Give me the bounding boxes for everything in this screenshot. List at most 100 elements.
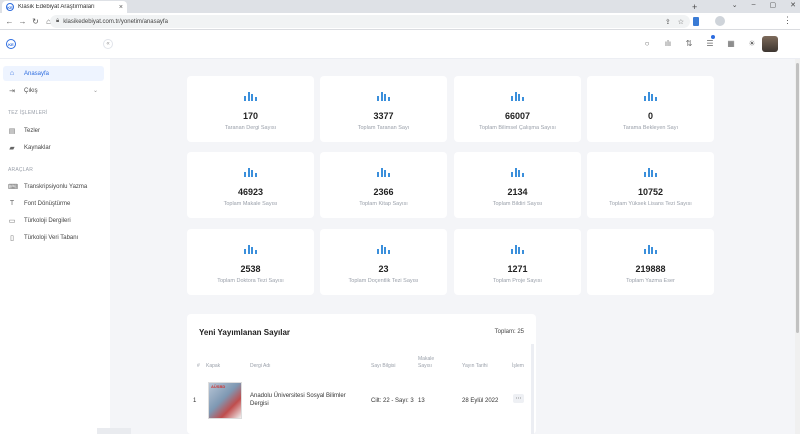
scrollbar-thumb[interactable] [796, 63, 799, 333]
stat-value: 1271 [507, 264, 528, 274]
share-icon[interactable]: ⇪ [665, 18, 671, 26]
recent-issues-panel: Yeni Yayımlanan Sayılar Toplam: 25 # Kap… [187, 314, 536, 434]
search-icon[interactable]: ○ [642, 38, 652, 48]
column-header: İşlem [512, 363, 524, 369]
journal-name[interactable]: Anadolu Üniversitesi Sosyal Bilimler Der… [250, 392, 360, 408]
stat-card: 2538 Toplam Doktora Tezi Sayısı [187, 229, 314, 295]
stat-label: Toplam Yüksek Lisans Tezi Sayısı [609, 201, 692, 207]
bar-chart-icon [644, 92, 657, 101]
journal-cover-image[interactable]: AÜSBD [208, 382, 242, 419]
logout-icon: ⇥ [9, 87, 15, 95]
stat-value: 219888 [635, 264, 666, 274]
site-logo[interactable]: KE [6, 39, 16, 49]
browser-toolbar: ← → ↻ ⌂ 🔒︎ klasikedebiyat.com.tr/yonetim… [0, 13, 800, 30]
stat-card: 3377 Toplam Taranan Sayı [320, 76, 447, 142]
more-menu-icon[interactable]: ⋮ [783, 15, 792, 26]
maximize-icon[interactable]: ▢ [770, 1, 777, 9]
home-icon: ⌂ [9, 70, 15, 77]
keyboard-icon: ⌨ [8, 183, 19, 191]
url-text[interactable]: klasikedebiyat.com.tr/yonetim/anasayfa [63, 19, 661, 25]
bar-chart-icon [511, 168, 524, 177]
forward-icon[interactable]: → [16, 17, 29, 26]
stat-card: 10752 Toplam Yüksek Lisans Tezi Sayısı [587, 152, 714, 218]
publish-date: 28 Eylül 2022 [462, 398, 499, 404]
new-tab-icon[interactable]: + [692, 2, 697, 12]
notifications-icon[interactable]: ☰ [705, 35, 715, 48]
column-header: # [197, 363, 200, 369]
sidebar-item-label: Anasayfa [24, 70, 50, 77]
sidebar-section-title: TEZ İŞLEMLERİ [8, 110, 48, 116]
close-tab-icon[interactable]: × [119, 4, 123, 11]
stat-value: 2134 [507, 187, 528, 197]
back-icon[interactable]: ← [3, 17, 16, 26]
folder-icon: ▰ [9, 144, 15, 152]
stat-value: 10752 [637, 187, 664, 197]
bar-chart-icon [644, 245, 657, 254]
address-bar[interactable]: 🔒︎ klasikedebiyat.com.tr/yonetim/anasayf… [50, 15, 690, 28]
stat-value: 170 [242, 111, 259, 121]
sidebar-item-label: Transkripsiyonlu Yazma [24, 183, 88, 190]
stat-label: Toplam Kitap Sayısı [359, 201, 408, 207]
journal-cover-image[interactable] [97, 428, 131, 434]
text-icon: T [9, 200, 15, 207]
sidebar-item-transkripsiyonlu-yazma[interactable]: ⌨ Transkripsiyonlu Yazma [3, 179, 104, 194]
row-index: 1 [193, 398, 197, 404]
stat-label: Toplam Yazma Eser [626, 278, 675, 284]
layout-icon[interactable]: ▦ [726, 38, 736, 48]
bar-chart-icon [511, 245, 524, 254]
sidebar-item-cikis[interactable]: ⇥ Çıkış ⌄ [3, 83, 104, 98]
sort-icon[interactable]: ⇅ [684, 38, 694, 48]
sidebar-item-turkoloji-veri-tabani[interactable]: ▯ Türkoloji Veri Tabanı [3, 230, 104, 245]
row-action-button[interactable]: ⋯ [513, 394, 524, 403]
stat-card: 23 Toplam Doçentlik Tezi Sayısı [320, 229, 447, 295]
sidebar-item-label: Türkoloji Veri Tabanı [24, 234, 79, 241]
sidebar-item-turkoloji-dergileri[interactable]: ▭ Türkoloji Dergileri [3, 213, 104, 228]
extension-icon[interactable] [693, 17, 699, 26]
reload-icon[interactable]: ↻ [29, 17, 42, 26]
page-scrollbar[interactable] [795, 59, 800, 434]
browser-tab[interactable]: KE Klasik Edebiyat Araştırmaları × [2, 1, 127, 13]
stat-value: 46923 [237, 187, 264, 197]
stat-card: 2366 Toplam Kitap Sayısı [320, 152, 447, 218]
stat-label: Toplam Taranan Sayı [357, 125, 410, 131]
sidebar-item-kaynaklar[interactable]: ▰ Kaynaklar [3, 140, 104, 155]
theme-toggle-icon[interactable]: ☀ [747, 38, 757, 48]
column-header: Kapak [206, 363, 221, 369]
notification-badge [711, 35, 715, 39]
sidebar: ⌂ Anasayfa ⇥ Çıkış ⌄ TEZ İŞLEMLERİ ▤ Tez… [0, 59, 110, 434]
browser-tabbar: KE Klasik Edebiyat Araştırmaları × + ⌄ –… [0, 0, 800, 13]
stats-icon[interactable]: ılı [663, 38, 673, 48]
bar-chart-icon [244, 92, 257, 101]
sidebar-item-font-donusturme[interactable]: T Font Dönüştürme [3, 196, 104, 211]
sidebar-item-tezler[interactable]: ▤ Tezler [3, 123, 104, 138]
stat-value: 0 [647, 111, 653, 121]
collapse-sidebar-button[interactable]: « [103, 39, 113, 49]
stat-label: Toplam Doktora Tezi Sayısı [217, 278, 284, 284]
bookmark-star-icon[interactable]: ☆ [678, 18, 684, 26]
profile-icon[interactable] [715, 16, 725, 26]
stat-value: 2538 [240, 264, 261, 274]
tab-title: Klasik Edebiyat Araştırmaları [18, 4, 95, 10]
stat-label: Tarama Bekleyen Sayı [622, 125, 679, 131]
document-icon: ▤ [8, 127, 16, 135]
bar-chart-icon [377, 92, 390, 101]
user-avatar[interactable] [762, 36, 778, 52]
bar-chart-icon [644, 168, 657, 177]
panel-scrollbar[interactable] [531, 344, 534, 434]
stat-value: 2366 [373, 187, 394, 197]
chevron-down-icon[interactable]: ⌄ [732, 1, 738, 9]
sidebar-item-anasayfa[interactable]: ⌂ Anasayfa [3, 66, 104, 81]
sidebar-item-label: Çıkış [24, 87, 38, 94]
sidebar-item-label: Türkoloji Dergileri [24, 217, 71, 224]
stat-card: 1271 Toplam Proje Sayısı [454, 229, 581, 295]
chevron-down-icon: ⌄ [92, 88, 98, 94]
stat-value: 3377 [373, 111, 394, 121]
stat-card: 219888 Toplam Yazma Eser [587, 229, 714, 295]
bar-chart-icon [244, 168, 257, 177]
sidebar-item-label: Font Dönüştürme [24, 200, 71, 207]
sidebar-item-label: Kaynaklar [24, 144, 51, 151]
close-window-icon[interactable]: ✕ [790, 1, 796, 9]
site-favicon-icon: KE [6, 3, 14, 11]
minimize-icon[interactable]: – [752, 1, 756, 9]
bar-chart-icon [511, 92, 524, 101]
